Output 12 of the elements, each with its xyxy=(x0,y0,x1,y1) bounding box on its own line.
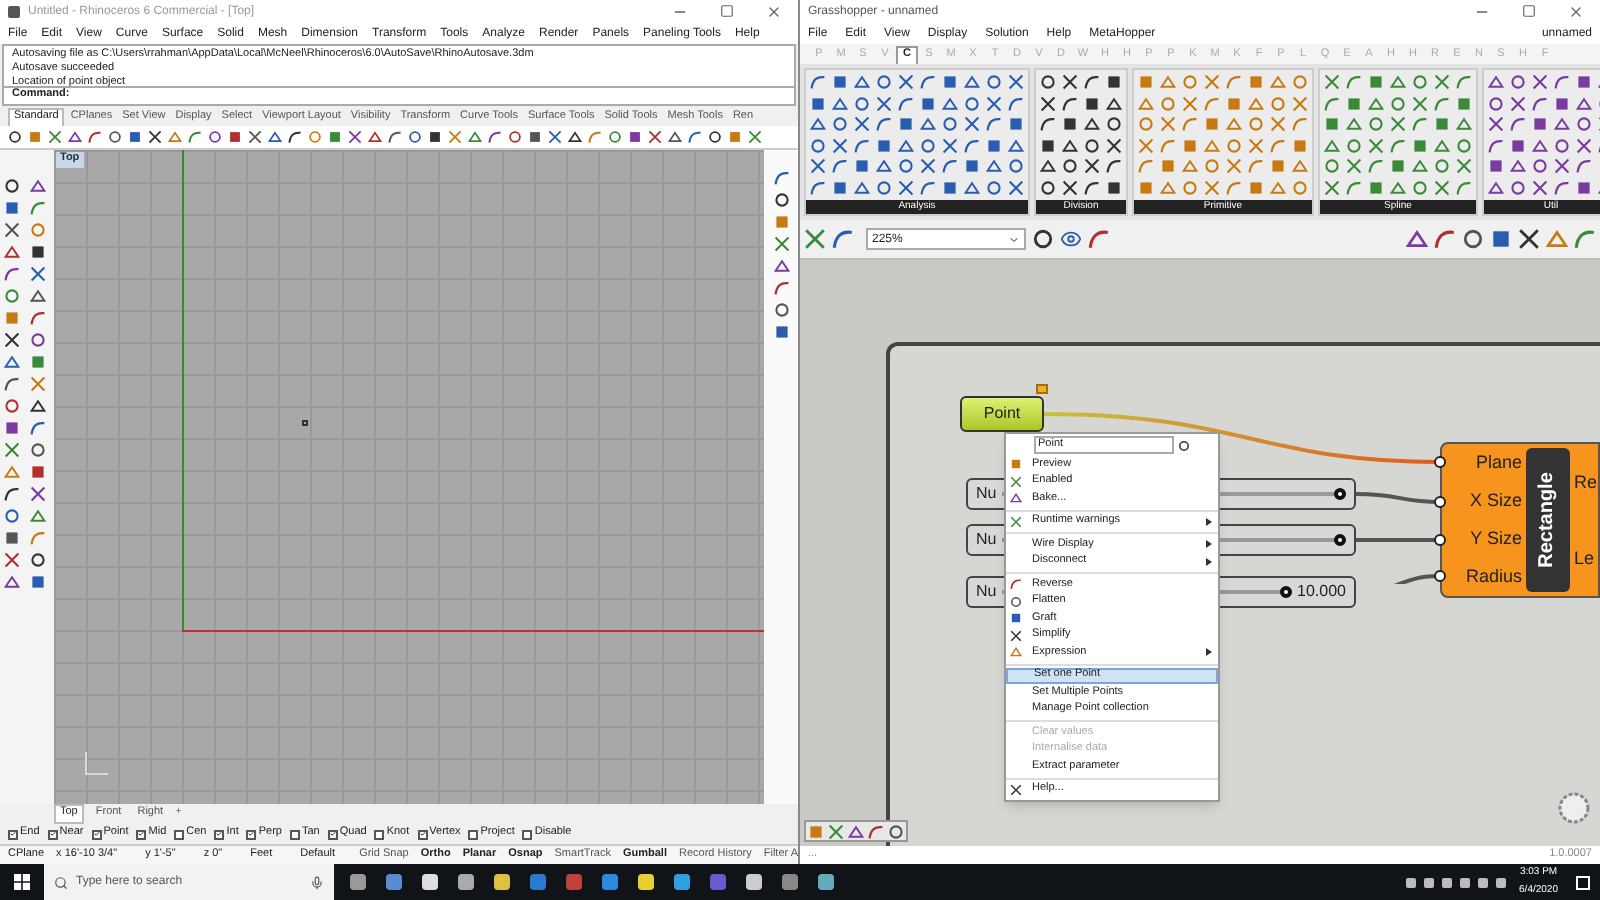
slider-label: Nu xyxy=(976,584,997,600)
input-label[interactable]: X Size xyxy=(1469,492,1522,510)
input-label[interactable]: Plane xyxy=(1475,454,1522,472)
output-label[interactable]: Le xyxy=(1574,549,1598,567)
component-name: Rectangle xyxy=(1538,472,1558,568)
slider-value: 10.000 xyxy=(1297,584,1346,600)
output-label[interactable]: Re xyxy=(1574,473,1598,491)
input-label[interactable]: Y Size xyxy=(1470,530,1522,548)
slider-label: Nu xyxy=(976,486,997,502)
point-parameter[interactable]: Point xyxy=(960,396,1044,432)
input-label[interactable]: Radius xyxy=(1465,568,1522,586)
slider-label: Nu xyxy=(976,532,997,548)
